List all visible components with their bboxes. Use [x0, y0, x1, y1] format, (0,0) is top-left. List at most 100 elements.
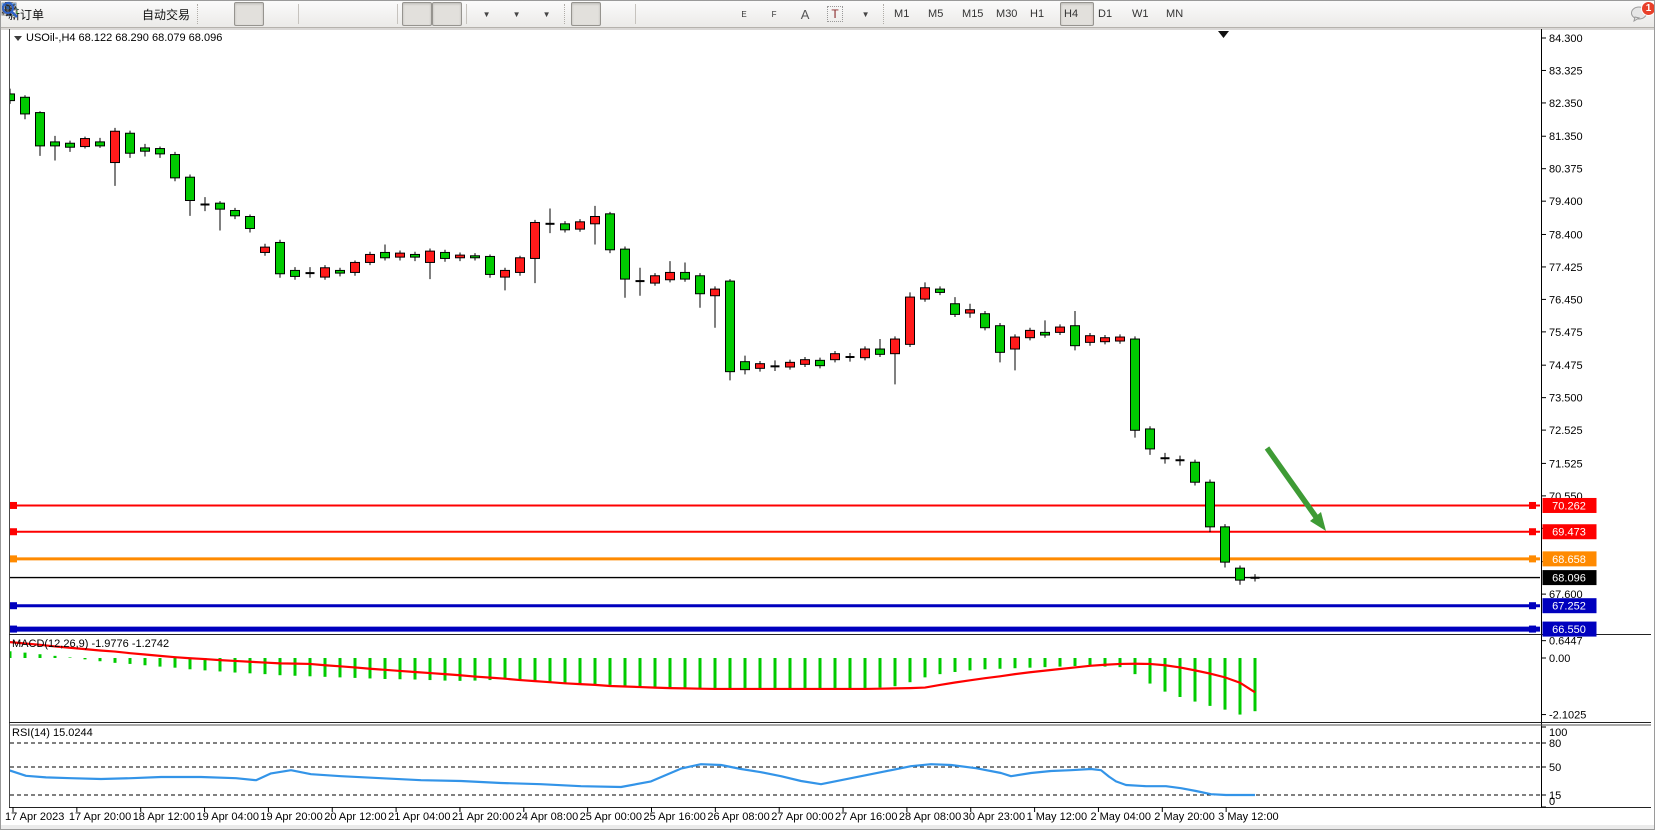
indicators-button[interactable]: ▼ — [471, 2, 501, 26]
up-candle[interactable] — [786, 362, 795, 367]
up-candle[interactable] — [81, 139, 90, 147]
timeframe-button-H1[interactable]: H1 — [1026, 2, 1060, 26]
down-candle[interactable] — [816, 360, 825, 365]
down-candle[interactable] — [486, 256, 495, 274]
market-watch-button[interactable] — [48, 2, 78, 26]
search-icon[interactable] — [1, 1, 19, 19]
up-candle[interactable] — [1086, 336, 1095, 343]
down-candle[interactable] — [51, 142, 60, 146]
level-handle[interactable] — [10, 502, 17, 509]
autotrade-button[interactable]: 自动交易 — [138, 2, 194, 26]
down-candle[interactable] — [1041, 332, 1050, 335]
zoom-in-button[interactable] — [303, 2, 333, 26]
up-candle[interactable] — [651, 276, 660, 283]
fibonacci-tool-button[interactable]: F — [760, 2, 790, 26]
up-candle[interactable] — [576, 222, 585, 229]
down-candle[interactable] — [726, 281, 735, 372]
level-handle[interactable] — [1529, 626, 1536, 633]
down-candle[interactable] — [231, 210, 240, 215]
up-candle[interactable] — [321, 268, 330, 277]
chart-title-bar[interactable]: USOil-,H4 68.122 68.290 68.079 68.096 — [14, 32, 222, 44]
timeframe-button-H4[interactable]: H4 — [1060, 2, 1094, 26]
down-candle[interactable] — [411, 254, 420, 257]
up-candle[interactable] — [516, 258, 525, 273]
signals-button[interactable] — [108, 2, 138, 26]
up-candle[interactable] — [456, 255, 465, 258]
down-candle[interactable] — [291, 270, 300, 276]
arrows-tool-button[interactable]: ▼ — [850, 2, 880, 26]
timeframe-button-M5[interactable]: M5 — [924, 2, 958, 26]
down-candle[interactable] — [1236, 568, 1245, 580]
level-handle[interactable] — [10, 528, 17, 535]
up-candle[interactable] — [666, 272, 675, 279]
timeframe-button-M30[interactable]: M30 — [992, 2, 1026, 26]
up-candle[interactable] — [591, 216, 600, 223]
timeframe-button-W1[interactable]: W1 — [1128, 2, 1162, 26]
timeframe-button-M15[interactable]: M15 — [958, 2, 992, 26]
up-candle[interactable] — [966, 310, 975, 313]
level-handle[interactable] — [10, 555, 17, 562]
chart-shift-button[interactable] — [432, 2, 462, 26]
level-handle[interactable] — [1529, 602, 1536, 609]
profiles-button[interactable] — [78, 2, 108, 26]
down-candle[interactable] — [141, 148, 150, 151]
level-handle[interactable] — [1529, 502, 1536, 509]
bar-chart-type-button[interactable] — [204, 2, 234, 26]
up-candle[interactable] — [111, 131, 120, 162]
timeframe-button-MN[interactable]: MN — [1162, 2, 1196, 26]
down-candle[interactable] — [981, 314, 990, 328]
up-candle[interactable] — [531, 222, 540, 258]
down-candle[interactable] — [276, 242, 285, 273]
down-candle[interactable] — [1221, 527, 1230, 562]
channel-tool-button[interactable]: E — [730, 2, 760, 26]
down-candle[interactable] — [66, 143, 75, 147]
up-candle[interactable] — [921, 288, 930, 299]
down-candle[interactable] — [876, 349, 885, 354]
down-candle[interactable] — [1131, 339, 1140, 430]
up-candle[interactable] — [831, 354, 840, 360]
level-handle[interactable] — [10, 602, 17, 609]
down-candle[interactable] — [336, 270, 345, 273]
down-candle[interactable] — [1146, 429, 1155, 449]
down-candle[interactable] — [621, 249, 630, 279]
up-candle[interactable] — [1011, 337, 1020, 349]
trendline-tool-button[interactable] — [700, 2, 730, 26]
level-handle[interactable] — [10, 626, 17, 633]
down-candle[interactable] — [696, 276, 705, 294]
level-handle[interactable] — [1529, 555, 1536, 562]
vertical-line-tool-button[interactable] — [640, 2, 670, 26]
crosshair-tool-button[interactable] — [601, 2, 631, 26]
down-candle[interactable] — [36, 113, 45, 146]
annotation-arrow-shaft[interactable] — [1267, 448, 1316, 517]
down-candle[interactable] — [681, 272, 690, 279]
up-candle[interactable] — [501, 270, 510, 277]
down-candle[interactable] — [441, 252, 450, 258]
down-candle[interactable] — [471, 256, 480, 258]
down-candle[interactable] — [96, 142, 105, 146]
down-candle[interactable] — [216, 203, 225, 209]
up-candle[interactable] — [891, 339, 900, 354]
timeframe-button-D1[interactable]: D1 — [1094, 2, 1128, 26]
down-candle[interactable] — [1191, 462, 1200, 482]
up-candle[interactable] — [906, 297, 915, 344]
down-candle[interactable] — [126, 133, 135, 153]
templates-button[interactable]: ▼ — [531, 2, 561, 26]
timeframe-button-M1[interactable]: M1 — [890, 2, 924, 26]
up-candle[interactable] — [1116, 337, 1125, 341]
down-candle[interactable] — [186, 177, 195, 200]
up-candle[interactable] — [756, 364, 765, 369]
up-candle[interactable] — [711, 289, 720, 296]
down-candle[interactable] — [996, 326, 1005, 353]
down-candle[interactable] — [741, 362, 750, 370]
zoom-out-button[interactable] — [333, 2, 363, 26]
down-candle[interactable] — [156, 149, 165, 154]
down-candle[interactable] — [1071, 326, 1080, 346]
periods-button[interactable]: ▼ — [501, 2, 531, 26]
notifications-button[interactable]: 1 — [1630, 5, 1650, 23]
horizontal-line-tool-button[interactable] — [670, 2, 700, 26]
down-candle[interactable] — [936, 289, 945, 292]
up-candle[interactable] — [426, 251, 435, 262]
up-candle[interactable] — [261, 247, 270, 252]
down-candle[interactable] — [381, 252, 390, 257]
text-tool-button[interactable]: A — [790, 2, 820, 26]
